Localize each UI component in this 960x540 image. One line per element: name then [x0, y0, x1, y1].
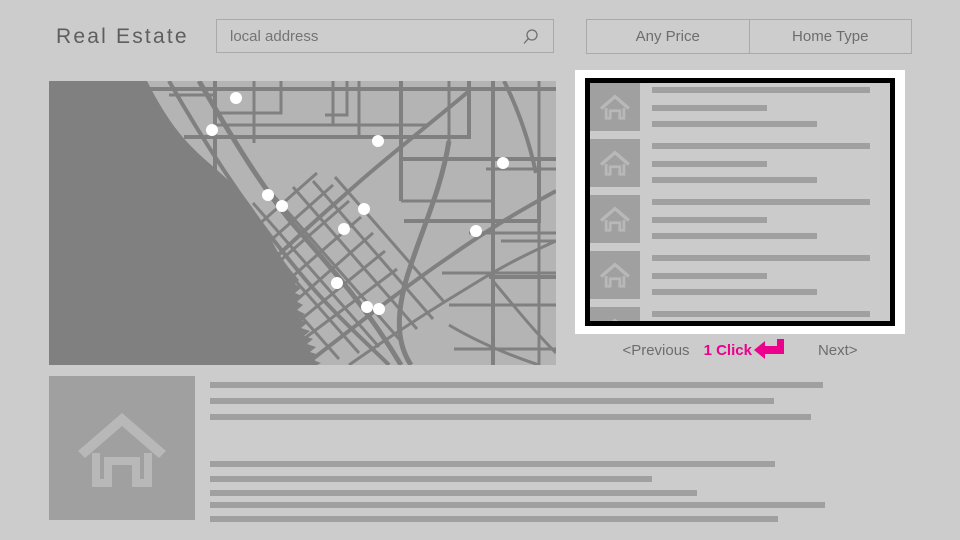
home-icon [78, 413, 166, 487]
detail-text-line [210, 476, 652, 482]
listings-list[interactable] [590, 83, 890, 321]
listing-text-line [652, 311, 870, 317]
detail-thumbnail[interactable] [49, 376, 195, 520]
listing-row[interactable] [590, 307, 890, 321]
listing-text-line [652, 233, 817, 239]
listing-text-line [652, 161, 767, 167]
property-map[interactable] [49, 81, 556, 365]
listing-text-line [652, 177, 817, 183]
home-icon [599, 150, 631, 176]
detail-text-line [210, 516, 778, 522]
listing-row[interactable] [590, 139, 890, 195]
listing-thumbnail[interactable] [590, 307, 640, 321]
listing-row[interactable] [590, 195, 890, 251]
map-canvas[interactable] [49, 81, 556, 365]
home-icon [599, 94, 631, 120]
filter-any-price[interactable]: Any Price [587, 20, 749, 53]
listing-text-line [652, 199, 870, 205]
listing-text-line [652, 87, 870, 93]
next-page-button[interactable]: Next> [818, 342, 858, 359]
detail-text-line [210, 490, 697, 496]
listing-thumbnail[interactable] [590, 195, 640, 243]
listing-text-line [652, 105, 767, 111]
listing-thumbnail[interactable] [590, 139, 640, 187]
listing-row[interactable] [590, 83, 890, 139]
previous-page-button[interactable]: <Previous [622, 342, 689, 359]
pagination: <Previous 1 Click Next> [575, 338, 905, 362]
home-icon [599, 262, 631, 288]
listing-text-line [652, 143, 870, 149]
filter-any-price-label: Any Price [635, 28, 700, 45]
listing-row[interactable] [590, 251, 890, 307]
listing-thumbnail[interactable] [590, 251, 640, 299]
detail-text-line [210, 382, 823, 388]
listing-text-line [652, 217, 767, 223]
click-annotation-label: 1 Click [703, 341, 752, 359]
listing-text-line [652, 255, 870, 261]
filter-home-type-label: Home Type [792, 28, 869, 45]
listing-text-line [652, 289, 817, 295]
detail-text-line [210, 414, 811, 420]
listings-panel[interactable] [585, 78, 895, 326]
click-annotation: 1 Click [704, 339, 784, 361]
listing-thumbnail[interactable] [590, 83, 640, 131]
detail-text-line [210, 502, 825, 508]
listing-text-line [652, 121, 817, 127]
detail-text-line [210, 398, 774, 404]
search-icon[interactable] [522, 29, 539, 46]
real-estate-app: Real Estate local address Any Price Home… [0, 0, 960, 540]
filter-home-type[interactable]: Home Type [748, 20, 912, 53]
home-icon [611, 318, 619, 321]
filter-bar: Any Price Home Type [586, 19, 912, 54]
search-input[interactable]: local address [216, 19, 554, 53]
listing-text-line [652, 273, 767, 279]
search-placeholder: local address [230, 28, 319, 45]
detail-text-line [210, 461, 775, 467]
left-arrow-icon [753, 339, 784, 359]
page-title: Real Estate [56, 25, 189, 48]
home-icon [599, 206, 631, 232]
